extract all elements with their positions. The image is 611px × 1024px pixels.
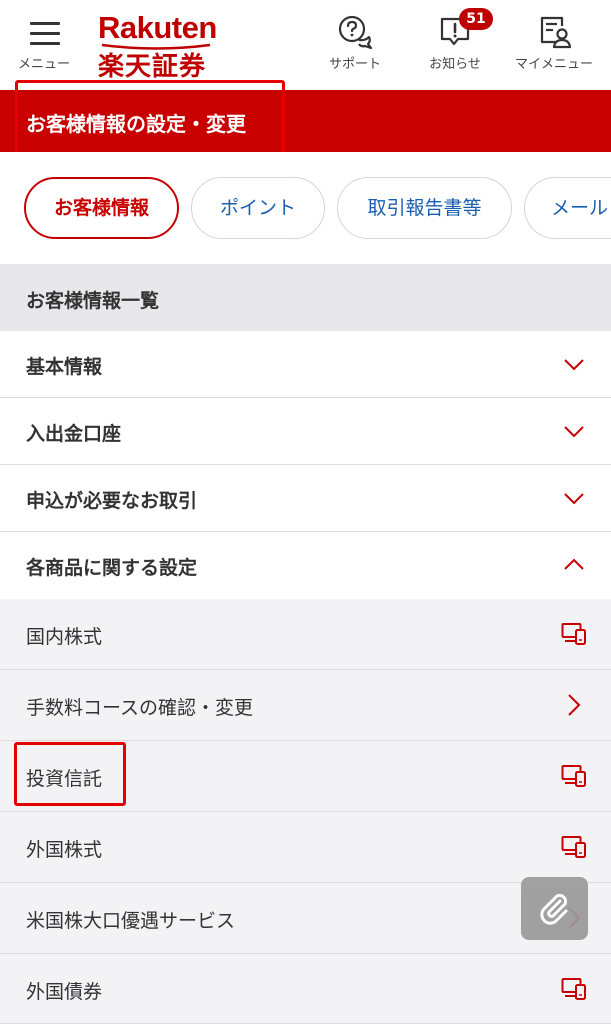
sub-item-foreign-stocks[interactable]: 外国株式: [0, 812, 611, 883]
support-chat-icon: [338, 15, 373, 50]
menu-label: メニュー: [17, 57, 70, 72]
accordion-bank-account[interactable]: 入出金口座: [0, 398, 611, 465]
notice-button[interactable]: 51 お知らせ: [415, 8, 495, 78]
chevron-right-icon: [568, 694, 581, 716]
pc-smartphone-icon: [561, 836, 586, 858]
support-label: サポート: [328, 57, 381, 72]
menu-button[interactable]: メニュー: [10, 12, 78, 78]
sub-item-label: 国内株式: [26, 626, 103, 648]
accordion-label: 各商品に関する設定: [26, 557, 198, 579]
accordion-product-settings[interactable]: 各商品に関する設定: [0, 532, 611, 599]
accordion-label: 基本情報: [26, 356, 103, 378]
tab-points[interactable]: ポイント: [191, 177, 325, 239]
sub-item-label: 米国株大口優遇サービス: [26, 910, 236, 932]
tab-mail[interactable]: メール: [524, 177, 611, 239]
sub-item-label: 外国株式: [26, 839, 103, 861]
annotation-highlight-investment-trust: [14, 742, 126, 806]
accordion-required-applications[interactable]: 申込が必要なお取引: [0, 465, 611, 532]
tab-customer-info[interactable]: お客様情報: [24, 177, 179, 239]
chevron-down-icon: [564, 493, 584, 505]
pc-smartphone-icon: [561, 623, 586, 645]
logo-text-en: Rakuten: [98, 10, 217, 45]
pc-smartphone-icon: [561, 978, 586, 1000]
accordion-basic-info[interactable]: 基本情報: [0, 331, 611, 398]
sub-item-label: 手数料コースの確認・変更: [26, 697, 254, 719]
chevron-down-icon: [564, 359, 584, 371]
support-button[interactable]: サポート: [315, 12, 395, 78]
sub-item-commission-course[interactable]: 手数料コースの確認・変更: [0, 670, 611, 741]
accordion-label: 入出金口座: [26, 423, 122, 445]
my-menu-button[interactable]: マイメニュー: [514, 12, 594, 78]
sub-item-label: 外国債券: [26, 981, 103, 1003]
sub-item-domestic-stocks[interactable]: 国内株式: [0, 599, 611, 670]
sub-item-us-stock-large-lot[interactable]: 米国株大口優遇サービス: [0, 883, 611, 954]
sub-item-foreign-bonds[interactable]: 外国債券: [0, 954, 611, 1024]
attachment-button[interactable]: [521, 877, 588, 940]
notice-count-badge: 51: [459, 8, 493, 30]
rakuten-securities-logo[interactable]: Rakuten 楽天証券: [98, 10, 223, 82]
category-tabs: お客様情報 ポイント 取引報告書等 メール: [0, 152, 611, 264]
chevron-down-icon: [564, 426, 584, 438]
paperclip-icon: [540, 893, 568, 925]
my-menu-profile-icon: [540, 16, 572, 49]
pc-smartphone-icon: [561, 765, 586, 787]
logo-text-jp: 楽天証券: [98, 52, 207, 82]
app-header: メニュー Rakuten 楽天証券 サポート 51 お知らせ マイメニュー: [0, 0, 611, 90]
hamburger-icon: [30, 22, 60, 46]
accordion-label: 申込が必要なお取引: [26, 490, 198, 512]
chevron-up-icon: [564, 558, 584, 570]
section-header: お客様情報一覧: [0, 264, 611, 331]
section-title: お客様情報一覧: [26, 290, 160, 312]
my-menu-label: マイメニュー: [514, 57, 593, 72]
notice-label: お知らせ: [429, 57, 481, 72]
tab-trade-reports[interactable]: 取引報告書等: [337, 177, 512, 239]
